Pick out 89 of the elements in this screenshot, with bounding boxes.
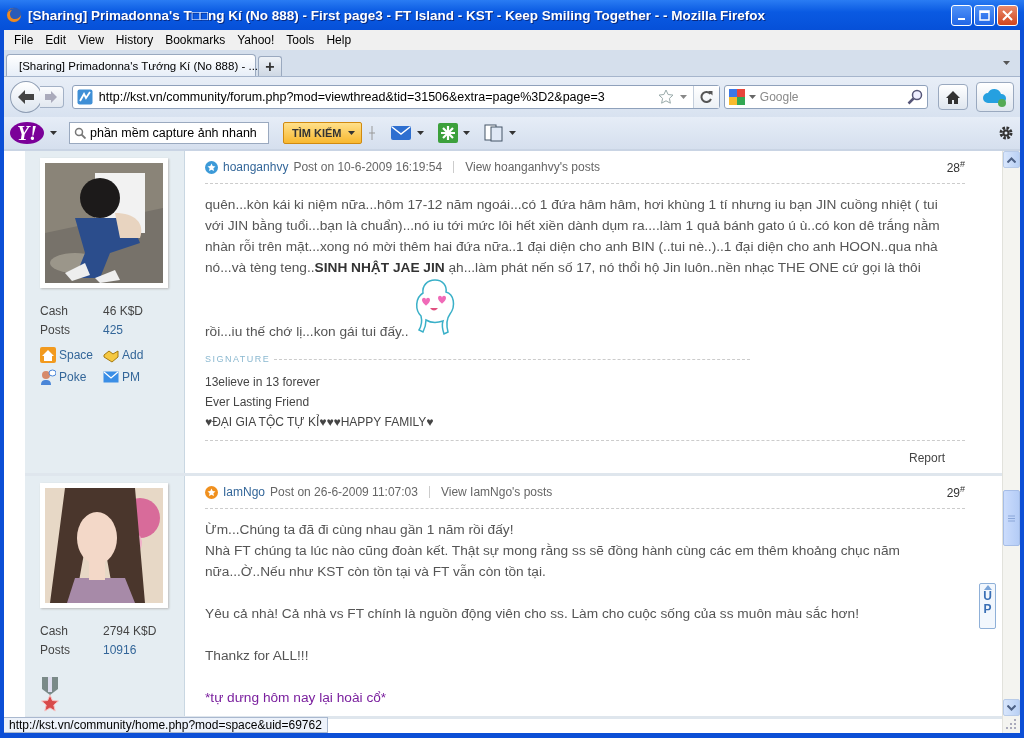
google-icon <box>728 89 745 105</box>
reload-icon <box>699 90 714 104</box>
post-text: Ừm...Chúng ta đã đi cùng nhau gần 1 năm rồi đấy! <box>205 522 514 537</box>
person-icon <box>40 369 56 385</box>
house-icon <box>40 347 56 363</box>
site-icon <box>76 89 93 105</box>
signature-heading: SIGNATURE <box>205 354 271 364</box>
stat-label: Posts <box>40 643 71 657</box>
poke-link[interactable]: Poke <box>40 369 103 385</box>
author-link[interactable]: hoanganhvy <box>223 160 289 174</box>
window-title: [Sharing] Primadonna's T□□ng Kí (No 888) - First page3 - FT Island - KST - Keep Smiling Together - - Mozilla Firefox <box>28 7 767 23</box>
stat-value[interactable]: 425 <box>103 323 184 337</box>
pm-link[interactable]: PM <box>103 369 184 385</box>
addon-button[interactable] <box>976 82 1014 112</box>
grip-lines-icon <box>1008 514 1015 522</box>
caret-icon[interactable] <box>508 131 516 135</box>
firefox-icon <box>6 7 22 23</box>
stat-label: Cash <box>40 624 69 638</box>
menu-item[interactable]: Yahoo! <box>231 33 281 47</box>
status-tooltip: http://kst.vn/community/home.php?mod=space&uid=69762 <box>4 717 328 733</box>
signature-text: ♥ĐẠI GIA TỘC TỰ KỈ♥♥♥HAPPY FAMILY♥ <box>205 413 435 431</box>
menu-item[interactable]: History <box>109 33 160 47</box>
search-icon[interactable] <box>907 89 924 105</box>
menu-item[interactable]: View <box>72 33 110 47</box>
add-link[interactable]: Add <box>103 347 184 363</box>
resize-grip-icon[interactable] <box>1003 716 1017 730</box>
envelope-icon[interactable] <box>389 124 412 142</box>
document-icon[interactable] <box>483 124 504 142</box>
browser-tab[interactable]: [Sharing] Primadonna's Tướng Kí (No 888) - ... <box>6 54 256 76</box>
scroll-top-button[interactable]: UP <box>979 583 996 629</box>
caret-icon[interactable] <box>748 95 756 99</box>
caret-icon[interactable] <box>416 131 424 135</box>
post-date: Post on 26-6-2009 11:07:03 <box>270 485 418 499</box>
post-text: Nhà FT chúng ta lúc nào cũng đoàn kết. Thật sự mong rằng ss sẽ đồng hành cùng các em thêm khoảng chục năm nữa...Ờ..Nếu như KST còn tồn tại và FT vẫn còn tồn tại. <box>205 543 900 579</box>
stat-value[interactable]: 10916 <box>103 643 184 657</box>
close-button[interactable] <box>997 4 1018 26</box>
maximize-icon <box>979 9 990 21</box>
space-link[interactable]: Space <box>40 347 103 363</box>
stat-value: 46 K$D <box>103 304 145 318</box>
yahoo-logo[interactable]: Y! <box>10 122 44 144</box>
post-text: Yêu cả nhà! Cả nhà vs FT chính là nguồn động viên cho ss. Làm cho cuộc sống của ss muôn màu sắc hơn! <box>205 606 859 621</box>
stat-label: Posts <box>40 323 71 337</box>
reload-button[interactable] <box>692 86 719 108</box>
minimize-button[interactable] <box>951 4 972 26</box>
search-icon <box>74 127 86 139</box>
search-field[interactable]: Google <box>723 85 929 109</box>
menu-item[interactable]: Edit <box>39 33 73 47</box>
post-text: rồi...iu thế chớ lị...kon gái tui đấy.. <box>205 324 409 339</box>
settings-icon[interactable] <box>998 125 1014 141</box>
caret-icon[interactable] <box>50 131 57 135</box>
minimize-icon <box>958 18 965 20</box>
author-link[interactable]: IamNgo <box>223 485 266 499</box>
home-button[interactable] <box>938 84 969 110</box>
post-text: *tự dưng hôm nay lại hoài cổ* <box>205 690 387 705</box>
star-icon[interactable] <box>657 89 674 105</box>
view-posts-link[interactable]: View hoanganhvy's posts <box>465 160 600 174</box>
post-date: Post on 10-6-2009 16:19:54 <box>293 160 443 174</box>
new-tab-button[interactable]: + <box>258 56 282 76</box>
address-field[interactable]: http://kst.vn/community/forum.php?mod=viewthread&tid=31506&extra=page%3D2&page=3 <box>71 85 720 109</box>
stat-value: 2794 K$D <box>103 624 158 638</box>
maximize-button[interactable] <box>974 4 995 26</box>
post-text: Thankz for ALL!!! <box>205 648 309 663</box>
envelope-icon <box>103 369 119 385</box>
search-field[interactable]: phần mềm capture ảnh nhanh <box>69 122 269 144</box>
post-number[interactable]: 29$^{#}$ <box>946 484 965 500</box>
menu-item[interactable]: Bookmarks <box>159 33 232 47</box>
menu-item[interactable]: File <box>8 33 40 47</box>
up-triangle-icon <box>983 585 992 590</box>
grip-icon <box>367 125 376 141</box>
menu-item[interactable]: Tools <box>280 33 321 47</box>
back-arrow-icon <box>16 89 35 105</box>
caret-icon[interactable] <box>462 131 470 135</box>
scrollbar[interactable] <box>1002 151 1020 733</box>
post-text: quên...kòn kái ki niệm nữa...hôm 17-12 năm ngoái...có 1 đứa hâm hâm, hơi khùng 1 tí nhưng iu bạn JIN cuồng nhiệt ( tui với JIN bằng tuổi...bạn là chuẩn)...nó iu tới mức lôi hết xiền dành dụm ra....làm 1 quả bánh gato ú ù..có kon dê trắng nằm nhàn rỗi trên mặt...xong nó mời thêm hai đứa nữa..1 đại diện cho anh BIN (..tui nè..)..1 đại diện cho anh HOON..qua nhà nó...và tèng teng..SINH NHẬT JAE JIN ạh...làm phát nến số 17, nó thổi hộ Jin luôn..nền nhạc THE ONE cứ gọi là thôi <box>205 197 940 275</box>
caret-icon[interactable] <box>1003 61 1010 65</box>
close-icon <box>1002 9 1013 21</box>
search-button[interactable]: TÌM KIẾM <box>283 122 362 144</box>
report-link[interactable]: Report <box>908 451 945 465</box>
signature-text: 13elieve in 13 forever <box>205 374 321 391</box>
scroll-thumb[interactable] <box>1003 490 1020 546</box>
stat-label: Cash <box>40 304 69 318</box>
back-button[interactable] <box>10 81 42 113</box>
signature-text: Ever Lasting Friend <box>205 394 311 411</box>
forward-arrow-icon <box>44 91 59 103</box>
home-icon <box>945 89 962 105</box>
view-posts-link[interactable]: View IamNgo's posts <box>440 485 553 499</box>
menu-item[interactable]: Help <box>320 33 358 47</box>
post-number[interactable]: 28$^{#}$ <box>946 159 965 175</box>
caret-icon <box>347 131 355 135</box>
